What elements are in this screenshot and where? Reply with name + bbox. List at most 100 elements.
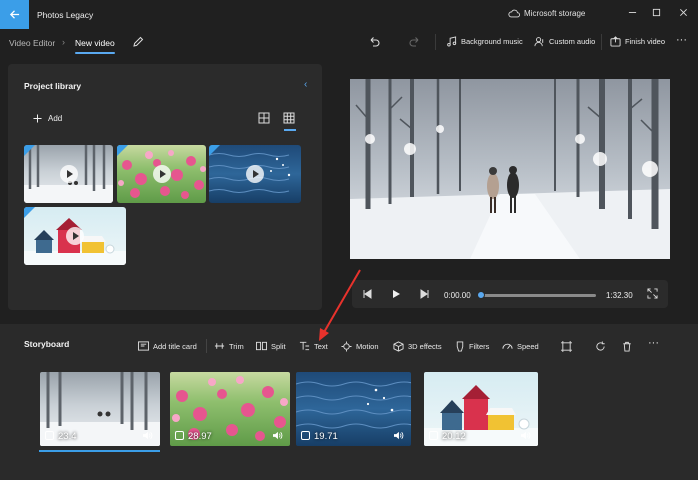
background-music-button[interactable]: Background music (446, 36, 523, 47)
minimize-button[interactable] (619, 4, 645, 20)
clip-frame-icon (429, 431, 438, 440)
trim-icon (214, 343, 225, 349)
speed-label: Speed (517, 341, 539, 351)
fullscreen-button[interactable] (647, 288, 658, 299)
add-title-card-button[interactable]: Add title card (138, 341, 197, 351)
storage-label: Microsoft storage (524, 9, 586, 18)
split-label: Split (271, 341, 286, 351)
clip-duration: 28.97 (188, 431, 212, 442)
redo-button[interactable] (409, 36, 421, 48)
selected-corner-marker (209, 145, 220, 156)
tool-divider (206, 339, 207, 353)
seek-bar[interactable] (480, 294, 596, 297)
music-note-icon (447, 36, 457, 47)
undo-icon (370, 37, 380, 47)
small-grid-view-icon[interactable] (283, 112, 297, 126)
selected-corner-marker (24, 145, 35, 156)
next-frame-button[interactable] (420, 289, 430, 299)
toolbar-divider (435, 34, 436, 50)
add-title-card-label: Add title card (153, 341, 197, 351)
trim-label: Trim (229, 341, 244, 351)
custom-audio-button[interactable]: Custom audio (534, 36, 595, 47)
preview-snow-walk-image (350, 79, 670, 259)
back-arrow-icon (9, 10, 20, 19)
maximize-button[interactable] (643, 4, 669, 20)
close-icon (679, 8, 687, 16)
speaker-icon (143, 431, 153, 440)
storyboard-more-button[interactable]: ··· (648, 337, 659, 349)
3d-effects-button[interactable]: 3D effects (393, 341, 442, 352)
storyboard-clip[interactable]: 28.97 (170, 372, 290, 446)
selected-corner-marker (117, 145, 128, 156)
play-icon (66, 227, 84, 245)
remove-black-bars-button[interactable] (561, 341, 572, 352)
clip-frame-icon (45, 431, 54, 440)
custom-audio-icon (534, 37, 544, 47)
play-icon (152, 165, 171, 183)
trim-button[interactable]: Trim (214, 341, 244, 351)
undo-button[interactable] (368, 36, 380, 48)
total-time: 1:32.30 (606, 291, 633, 300)
background-music-label: Background music (461, 37, 523, 46)
cloud-icon (508, 9, 520, 18)
storyboard-clip[interactable]: 19.71 (296, 372, 411, 446)
storyboard-clip[interactable]: 23.4 (40, 372, 160, 446)
library-thumbnail-houses[interactable] (24, 207, 126, 265)
more-options-button[interactable]: ··· (676, 34, 687, 46)
finish-video-label: Finish video (625, 37, 666, 46)
speaker-icon (521, 431, 531, 440)
app-title: Photos Legacy (37, 10, 94, 20)
add-label: Add (48, 114, 63, 123)
play-icon (246, 165, 264, 183)
3d-effects-label: 3D effects (408, 342, 442, 351)
redo-icon (409, 37, 419, 47)
library-thumbnail-snow-walk[interactable] (24, 145, 113, 203)
breadcrumb-underline (75, 52, 115, 54)
text-icon (299, 341, 310, 351)
breadcrumb-separator: › (62, 37, 65, 47)
collapse-library-chevron-icon[interactable]: ‹ (304, 79, 307, 90)
storyboard-clip[interactable]: 20.12 (424, 372, 538, 446)
storyboard-title: Storyboard (24, 339, 70, 349)
large-grid-view-icon[interactable] (258, 112, 272, 126)
rotate-button[interactable] (595, 341, 606, 352)
seek-handle[interactable] (477, 291, 485, 299)
back-button[interactable] (0, 0, 29, 29)
custom-audio-label: Custom audio (549, 37, 596, 46)
current-time: 0:00.00 (444, 291, 471, 300)
rename-pencil-icon[interactable] (132, 36, 144, 48)
video-preview[interactable] (350, 79, 670, 259)
breadcrumb-video-editor[interactable]: Video Editor (9, 38, 55, 48)
delete-button[interactable] (622, 341, 632, 352)
view-selected-indicator (284, 129, 296, 131)
filters-button[interactable]: Filters (455, 341, 489, 352)
close-button[interactable] (670, 4, 696, 20)
minimize-icon (628, 11, 636, 13)
split-icon (256, 341, 267, 351)
trash-icon (623, 341, 631, 352)
rotate-icon (596, 341, 605, 351)
finish-video-button[interactable]: Finish video (610, 36, 665, 47)
filters-icon (456, 341, 464, 352)
project-library-title: Project library (24, 81, 82, 91)
library-thumbnail-water[interactable] (209, 145, 301, 203)
annotation-arrow (310, 268, 370, 348)
crop-icon (561, 341, 572, 352)
clip-frame-icon (301, 431, 310, 440)
speed-icon (502, 343, 513, 350)
library-thumbnail-pink-flowers[interactable] (117, 145, 206, 203)
split-button[interactable]: Split (256, 341, 286, 351)
breadcrumb-current-project[interactable]: New video (75, 38, 115, 48)
speed-button[interactable]: Speed (502, 341, 539, 351)
play-button[interactable] (391, 289, 401, 299)
title-card-icon (138, 341, 149, 351)
add-media-button[interactable]: Add (33, 114, 62, 123)
storage-status[interactable]: Microsoft storage (508, 9, 585, 18)
filters-label: Filters (469, 342, 490, 351)
play-icon (59, 165, 78, 183)
export-icon (610, 36, 621, 47)
maximize-icon (652, 8, 660, 16)
plus-icon (33, 114, 42, 123)
speaker-icon (394, 431, 404, 440)
clip-frame-icon (175, 431, 184, 440)
